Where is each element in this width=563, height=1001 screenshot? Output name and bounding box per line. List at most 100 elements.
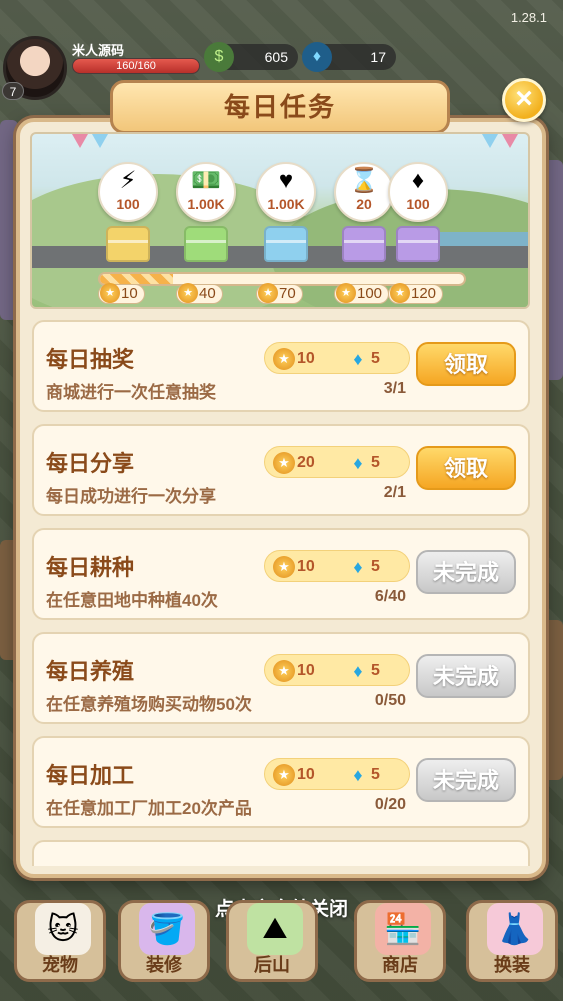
task-card: 每日分享 每日成功进行一次分享 2/1 ★ 20 ♦ 5 领取 bbox=[32, 424, 530, 516]
reward-amount: 100 bbox=[406, 196, 430, 212]
gem-icon: ♦ bbox=[353, 453, 363, 473]
milestone-value: 10 bbox=[121, 285, 138, 302]
gem-counter[interactable]: ♦ 17 bbox=[302, 42, 396, 72]
treasure-chest[interactable] bbox=[264, 226, 308, 262]
gem-reward: ♦ 5 bbox=[347, 450, 380, 476]
gem-icon: ♦ bbox=[353, 661, 363, 681]
treasure-chest[interactable] bbox=[342, 226, 386, 262]
medal-icon: ★ bbox=[258, 283, 278, 303]
nav-label: 装修 bbox=[146, 955, 182, 975]
reward-amount: 1.00K bbox=[187, 196, 225, 212]
reward-bubble[interactable]: ⌛ 20 bbox=[334, 162, 394, 222]
task-description: 在任意加工厂加工20次产品 bbox=[46, 799, 252, 818]
milestone-value: 70 bbox=[279, 285, 296, 302]
treasure-chest[interactable] bbox=[106, 226, 150, 262]
milestone-badge: ★ 40 bbox=[176, 283, 223, 304]
task-name: 每日耕种 bbox=[46, 555, 135, 580]
medal-icon: ★ bbox=[273, 556, 295, 578]
cat-icon: 🐱 bbox=[35, 903, 91, 955]
cash-icon: $ bbox=[204, 42, 234, 72]
medal-icon: ★ bbox=[336, 283, 356, 303]
task-progress: 0/20 bbox=[374, 796, 406, 813]
gem-icon: ♦ bbox=[353, 765, 363, 785]
milestone-badge: ★ 10 bbox=[98, 283, 145, 304]
player-level-badge: 7 bbox=[2, 82, 24, 100]
claim-button[interactable]: 领取 bbox=[416, 342, 516, 386]
incomplete-button[interactable]: 未完成 bbox=[416, 550, 516, 594]
task-description: 在任意养殖场购买动物50次 bbox=[46, 695, 252, 714]
gem-icon: ♦ bbox=[353, 349, 363, 369]
gem-reward-value: 5 bbox=[371, 558, 380, 575]
milestone-value: 120 bbox=[411, 285, 437, 302]
cash-icon: 💵 bbox=[191, 167, 221, 194]
task-rewards: ★ 10 ♦ 5 bbox=[264, 342, 410, 374]
gem-reward-value: 5 bbox=[371, 454, 380, 471]
medal-reward-value: 10 bbox=[297, 766, 315, 783]
incomplete-button[interactable]: 未完成 bbox=[416, 654, 516, 698]
medal-reward-value: 10 bbox=[297, 350, 315, 367]
reward-bubble[interactable]: ♥ 1.00K bbox=[256, 162, 316, 222]
reward-bubble[interactable]: ⚡ 100 bbox=[98, 162, 158, 222]
reward-bubble[interactable]: 💵 1.00K bbox=[176, 162, 236, 222]
nav-button[interactable]: 👗 换装 bbox=[466, 900, 558, 982]
bunting-flag bbox=[72, 134, 88, 148]
nav-button[interactable]: 🏪 商店 bbox=[354, 900, 446, 982]
nav-label: 宠物 bbox=[42, 955, 78, 975]
medal-icon: ★ bbox=[273, 660, 295, 682]
milestone-value: 100 bbox=[357, 285, 383, 302]
hp-text: 160/160 bbox=[116, 60, 156, 72]
gem-reward: ♦ 5 bbox=[347, 554, 380, 580]
close-button[interactable]: × bbox=[502, 78, 546, 122]
medal-reward: ★ 10 bbox=[273, 658, 315, 684]
gem-icon: ♦ bbox=[411, 167, 425, 194]
reward-bubble[interactable]: ♦ 100 bbox=[388, 162, 448, 222]
shop-icon: 🏪 bbox=[375, 903, 431, 955]
gem-value: 17 bbox=[370, 49, 386, 65]
medal-reward: ★ 10 bbox=[273, 554, 315, 580]
paint-bucket-icon: 🪣 bbox=[139, 903, 195, 955]
task-list[interactable]: 每日抽奖 商城进行一次任意抽奖 3/1 ★ 10 ♦ 5 领取 每日分享 每日成功进行一次分享 2/… bbox=[16, 310, 546, 866]
task-progress: 2/1 bbox=[383, 484, 406, 501]
reward-amount: 1.00K bbox=[267, 196, 305, 212]
task-name: 每日加工 bbox=[46, 763, 135, 788]
task-description: 商城进行一次任意抽奖 bbox=[46, 383, 216, 402]
task-name: 每日抽奖 bbox=[46, 347, 135, 372]
task-name: 每日分享 bbox=[46, 451, 135, 476]
heart-icon: ♥ bbox=[278, 167, 294, 194]
task-rewards: ★ 10 ♦ 5 bbox=[264, 550, 410, 582]
reward-amount: 20 bbox=[356, 196, 372, 212]
task-card: 每日养殖 在任意养殖场购买动物50次 0/50 ★ 10 ♦ 5 未完成 bbox=[32, 632, 530, 724]
medal-reward-value: 10 bbox=[297, 558, 315, 575]
mountain-icon: ⛰ bbox=[247, 903, 303, 955]
nav-button[interactable]: ⛰ 后山 bbox=[226, 900, 318, 982]
gem-icon: ♦ bbox=[353, 557, 363, 577]
lightning-icon: ⚡ bbox=[119, 167, 137, 194]
milestone-badge: ★ 100 bbox=[334, 283, 390, 304]
gem-reward-value: 5 bbox=[371, 766, 380, 783]
treasure-chest[interactable] bbox=[396, 226, 440, 262]
milestone-badge: ★ 70 bbox=[256, 283, 303, 304]
incomplete-button[interactable]: 未完成 bbox=[416, 758, 516, 802]
medal-reward: ★ 20 bbox=[273, 450, 315, 476]
gem-reward: ♦ 5 bbox=[347, 658, 380, 684]
nav-label: 商店 bbox=[382, 955, 418, 975]
reward-amount: 100 bbox=[116, 196, 140, 212]
cash-counter[interactable]: $ 605 bbox=[204, 42, 298, 72]
nav-button[interactable]: 🐱 宠物 bbox=[14, 900, 106, 982]
gem-reward-value: 5 bbox=[371, 350, 380, 367]
task-card: 每日耕种 在任意田地中种植40次 6/40 ★ 10 ♦ 5 未完成 bbox=[32, 528, 530, 620]
milestone-value: 40 bbox=[199, 285, 216, 302]
medal-icon: ★ bbox=[273, 764, 295, 786]
task-card: 每日抽奖 商城进行一次任意抽奖 3/1 ★ 10 ♦ 5 领取 bbox=[32, 320, 530, 412]
gem-reward: ♦ 5 bbox=[347, 762, 380, 788]
treasure-chest[interactable] bbox=[184, 226, 228, 262]
task-rewards: ★ 10 ♦ 5 bbox=[264, 758, 410, 790]
nav-button[interactable]: 🪣 装修 bbox=[118, 900, 210, 982]
medal-icon: ★ bbox=[100, 283, 120, 303]
gem-reward-value: 5 bbox=[371, 662, 380, 679]
claim-button[interactable]: 领取 bbox=[416, 446, 516, 490]
nav-label: 后山 bbox=[254, 955, 290, 975]
task-card bbox=[32, 840, 530, 866]
task-name: 每日养殖 bbox=[46, 659, 135, 684]
bunting-flag bbox=[502, 134, 518, 148]
